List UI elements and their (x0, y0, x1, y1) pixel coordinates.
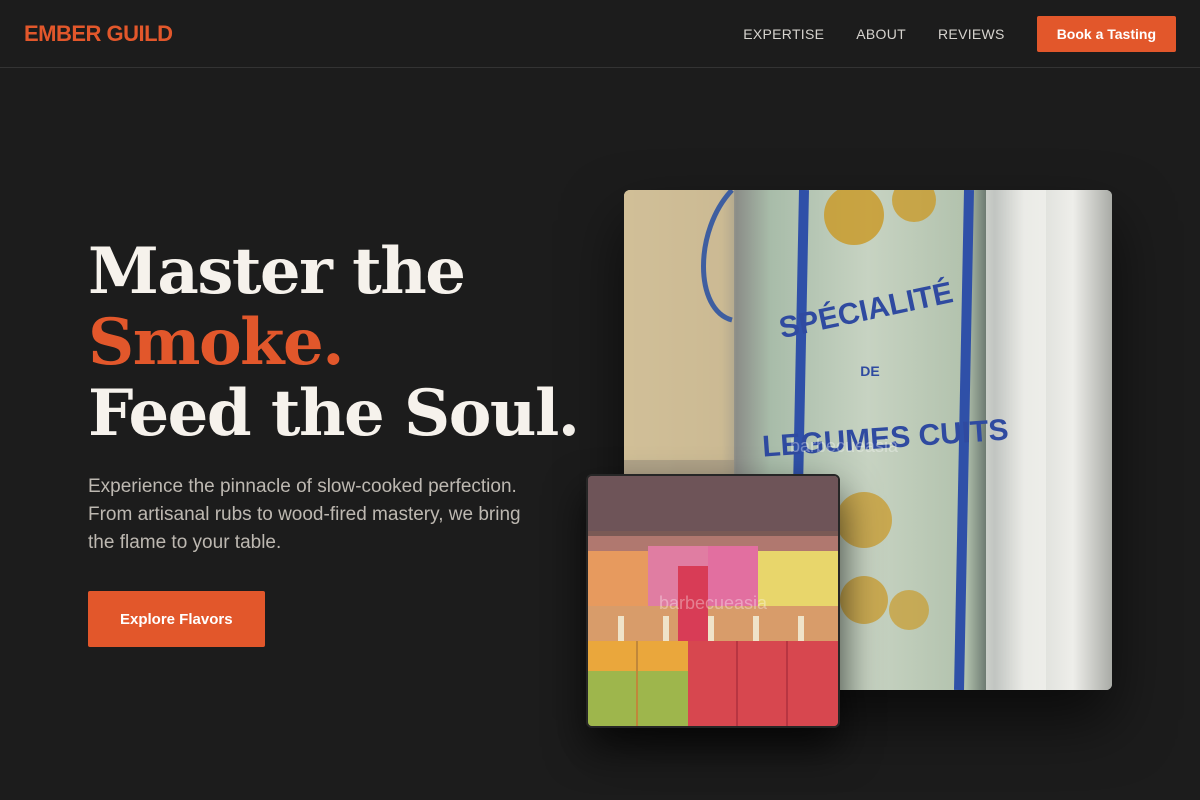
brand-logo[interactable]: EMBER GUILD (24, 21, 173, 47)
hero-image-secondary: barbecueasia (586, 474, 840, 728)
hero-subtitle: Experience the pinnacle of slow-cooked p… (88, 476, 521, 553)
site-header: EMBER GUILD EXPERTISE ABOUT REVIEWS Book… (0, 0, 1200, 68)
nav-link-expertise[interactable]: EXPERTISE (743, 26, 824, 42)
nav-link-reviews[interactable]: REVIEWS (938, 26, 1005, 42)
watermark-main: barbecueasia (790, 436, 899, 456)
watermark-small: barbecueasia (659, 593, 768, 613)
hero-headline: Master the Smoke. Feed the Soul. (88, 236, 588, 449)
hero-section: Master the Smoke. Feed the Soul. Experie… (88, 236, 588, 647)
headline-line-3: Feed the Soul. (88, 376, 580, 451)
nav-link-about[interactable]: ABOUT (856, 26, 906, 42)
sign-text-2: DE (860, 363, 879, 379)
headline-line-2: Smoke. (88, 305, 344, 380)
headline-line-1: Master the (88, 234, 466, 309)
book-tasting-button[interactable]: Book a Tasting (1036, 15, 1176, 52)
explore-flavors-button[interactable]: Explore Flavors (88, 591, 265, 647)
main-nav: EXPERTISE ABOUT REVIEWS Book a Tasting (743, 15, 1176, 52)
popsicle-photo: barbecueasia (588, 476, 838, 726)
